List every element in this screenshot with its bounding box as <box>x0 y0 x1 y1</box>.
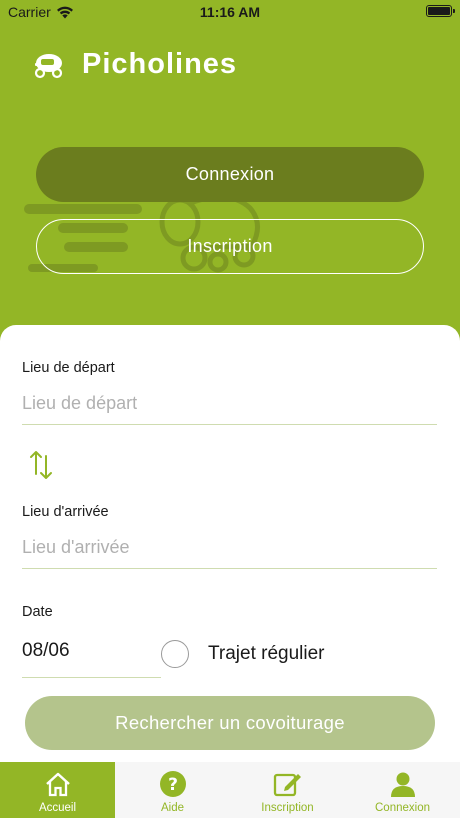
departure-label: Lieu de départ <box>22 360 115 376</box>
tab-label: Aide <box>160 802 185 814</box>
search-carpool-button[interactable]: Rechercher un covoiturage <box>25 696 435 750</box>
status-time: 11:16 AM <box>199 4 261 20</box>
arrival-input[interactable]: Lieu d'arrivée <box>22 537 437 569</box>
tab-aide[interactable]: ? Aide <box>115 762 230 818</box>
home-icon <box>45 772 70 797</box>
brand-header: Picholines <box>32 48 237 81</box>
arrival-placeholder: Lieu d'arrivée <box>22 537 130 557</box>
svg-text:?: ? <box>168 775 178 795</box>
tab-bar: Accueil ? Aide Inscription Connexion <box>0 762 460 818</box>
date-input[interactable]: 08/06 <box>22 640 161 678</box>
tab-label: Inscription <box>261 802 314 814</box>
recurring-radio[interactable] <box>161 640 189 668</box>
edit-icon <box>273 773 301 797</box>
recurring-label[interactable]: Trajet régulier <box>208 643 325 665</box>
tab-accueil[interactable]: Accueil <box>0 762 115 818</box>
tab-label: Connexion <box>375 802 430 814</box>
swap-arrows-icon[interactable] <box>28 448 54 482</box>
login-button[interactable]: Connexion <box>36 147 424 202</box>
date-label: Date <box>22 604 53 620</box>
user-icon <box>390 772 415 797</box>
app-title: Picholines <box>82 48 238 80</box>
tab-connexion[interactable]: Connexion <box>345 762 460 818</box>
tab-inscription[interactable]: Inscription <box>230 762 345 818</box>
status-bar: Carrier 11:16 AM <box>0 0 460 24</box>
register-button[interactable]: Inscription <box>36 219 424 274</box>
tab-label: Accueil <box>38 802 77 814</box>
departure-placeholder: Lieu de départ <box>22 393 138 413</box>
arrival-label: Lieu d'arrivée <box>22 504 109 520</box>
departure-input[interactable]: Lieu de départ <box>22 393 437 425</box>
help-icon: ? <box>159 771 186 797</box>
logo-car-icon <box>34 53 63 78</box>
battery-icon <box>426 5 455 17</box>
